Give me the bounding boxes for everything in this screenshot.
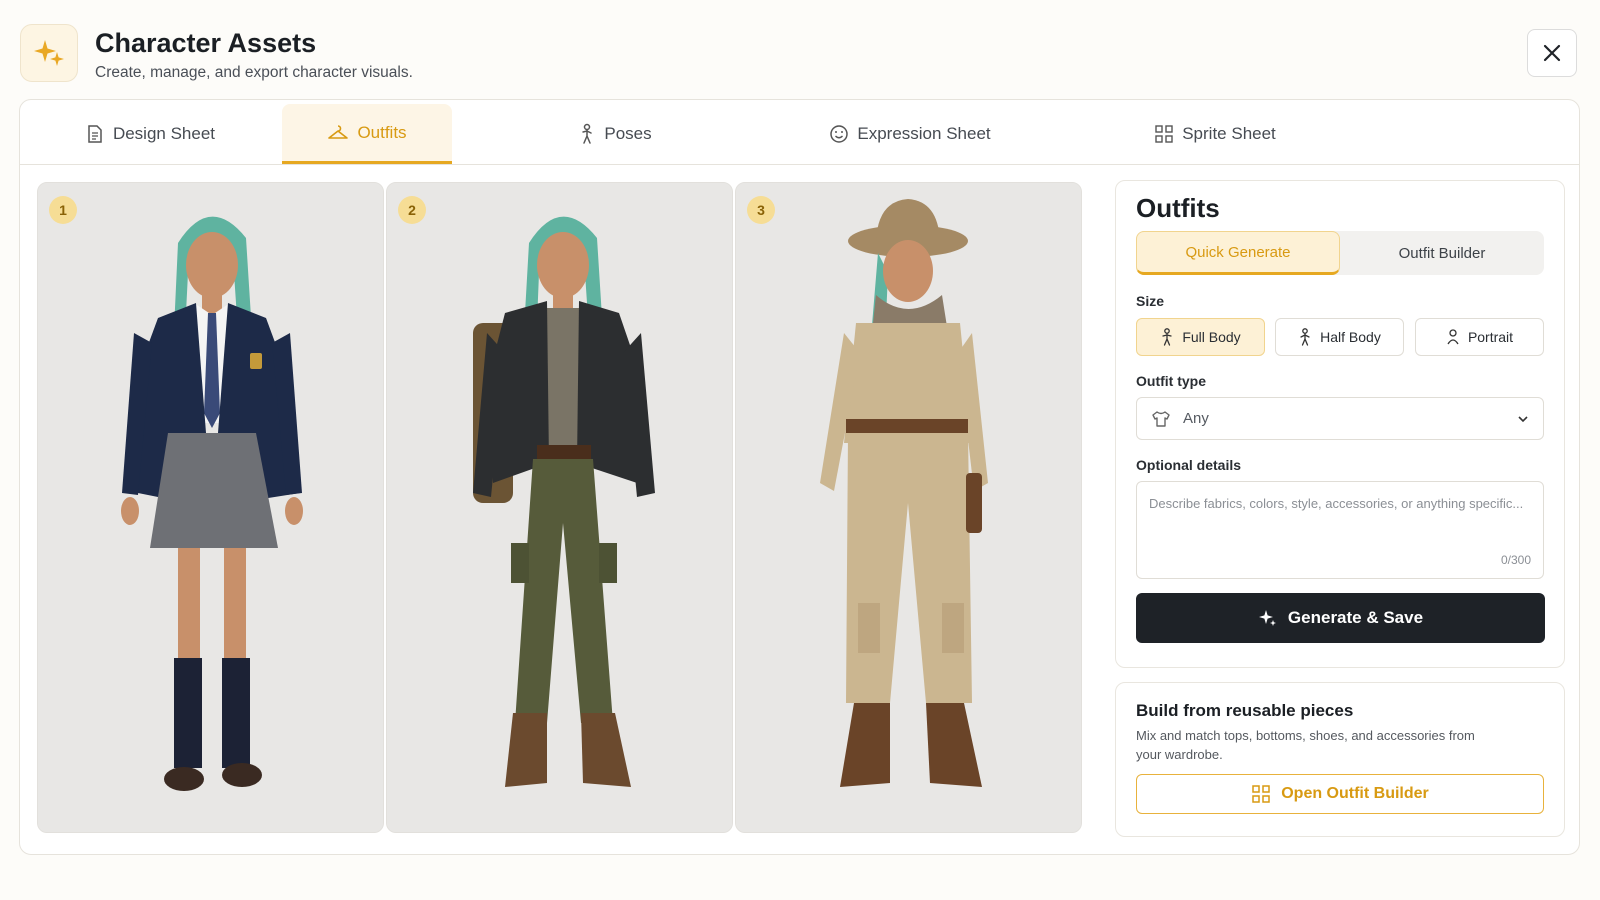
builder-title: Build from reusable pieces xyxy=(1136,701,1354,720)
tab-expression-sheet[interactable]: Expression Sheet xyxy=(810,104,1010,164)
sparkles-icon xyxy=(1258,610,1276,626)
outfits-panel: Outfits Quick Generate Outfit Builder Si… xyxy=(1115,180,1565,668)
optional-details-textarea[interactable]: Describe fabrics, colors, style, accesso… xyxy=(1136,481,1544,579)
outfit-type-label: Outfit type xyxy=(1136,373,1206,389)
full-body-icon xyxy=(1162,328,1172,346)
character-assets-window: Character Assets Create, manage, and exp… xyxy=(0,0,1600,900)
tab-label: Poses xyxy=(604,124,652,143)
open-outfit-builder-button[interactable]: Open Outfit Builder xyxy=(1136,774,1544,814)
outfit-card-1[interactable]: 1 xyxy=(37,182,384,833)
tab-label: Design Sheet xyxy=(112,124,216,143)
outfit-type-value: Any xyxy=(1183,410,1209,427)
page-title: Character Assets xyxy=(95,28,317,58)
character-counter: 0/300 xyxy=(1500,553,1531,567)
tab-design-sheet[interactable]: Design Sheet xyxy=(70,104,230,164)
tab-label: Sprite Sheet xyxy=(1182,124,1276,143)
character-image-safari-jumpsuit xyxy=(736,183,1081,832)
outfit-type-select[interactable]: Any xyxy=(1136,397,1544,440)
smiley-icon xyxy=(830,125,849,143)
outfit-number-badge: 3 xyxy=(747,196,775,224)
size-label: Size xyxy=(1136,293,1165,309)
person-pose-icon xyxy=(582,123,593,144)
close-button[interactable] xyxy=(1527,29,1577,77)
generate-save-label: Generate & Save xyxy=(1287,608,1424,627)
tab-outfits[interactable]: Outfits xyxy=(282,104,452,164)
tab-sprite-sheet[interactable]: Sprite Sheet xyxy=(1135,104,1295,164)
hanger-icon xyxy=(328,124,349,139)
size-label-text: Portrait xyxy=(1467,329,1514,345)
grid-icon xyxy=(1155,125,1173,143)
size-label-text: Full Body xyxy=(1182,329,1241,345)
size-label-text: Half Body xyxy=(1320,329,1381,345)
character-image-jacket-cargo xyxy=(387,183,732,832)
character-image-school-uniform xyxy=(38,183,383,832)
quick-generate-tab[interactable]: Quick Generate xyxy=(1136,231,1340,275)
sparkles-icon xyxy=(20,24,78,82)
builder-promo-panel: Build from reusable pieces Mix and match… xyxy=(1115,682,1565,837)
half-body-icon xyxy=(1300,328,1310,346)
chevron-down-icon xyxy=(1518,415,1528,422)
tab-poses[interactable]: Poses xyxy=(550,104,680,164)
size-portrait-button[interactable]: Portrait xyxy=(1415,318,1544,356)
close-icon xyxy=(1543,44,1561,62)
outfit-card-3[interactable]: 3 xyxy=(735,182,1082,833)
portrait-icon xyxy=(1447,329,1459,345)
optional-details-label: Optional details xyxy=(1136,457,1242,473)
header: Character Assets Create, manage, and exp… xyxy=(20,24,1580,84)
outfits-title: Outfits xyxy=(1136,193,1220,223)
tab-bar: Design Sheet Outfits Poses Expression Sh… xyxy=(20,100,1579,165)
outfit-number-badge: 2 xyxy=(398,196,426,224)
details-placeholder: Describe fabrics, colors, style, accesso… xyxy=(1149,496,1524,511)
outfit-card-2[interactable]: 2 xyxy=(386,182,733,833)
shirt-icon xyxy=(1152,410,1170,427)
mode-toggle: Quick Generate Outfit Builder xyxy=(1136,231,1544,275)
generate-save-button[interactable]: Generate & Save xyxy=(1136,593,1545,643)
size-full-body-button[interactable]: Full Body xyxy=(1136,318,1265,356)
outfit-number-badge: 1 xyxy=(49,196,77,224)
builder-description: Mix and match tops, bottoms, shoes, and … xyxy=(1136,728,1475,762)
main-panel: Design Sheet Outfits Poses Expression Sh… xyxy=(19,99,1580,855)
size-half-body-button[interactable]: Half Body xyxy=(1275,318,1404,356)
grid-icon xyxy=(1252,785,1270,803)
open-outfit-builder-label: Open Outfit Builder xyxy=(1281,785,1429,802)
document-icon xyxy=(88,125,102,143)
tab-label: Outfits xyxy=(357,122,407,142)
page-subtitle: Create, manage, and export character vis… xyxy=(95,64,413,81)
tab-label: Expression Sheet xyxy=(857,124,991,143)
outfit-builder-tab[interactable]: Outfit Builder xyxy=(1340,231,1544,275)
